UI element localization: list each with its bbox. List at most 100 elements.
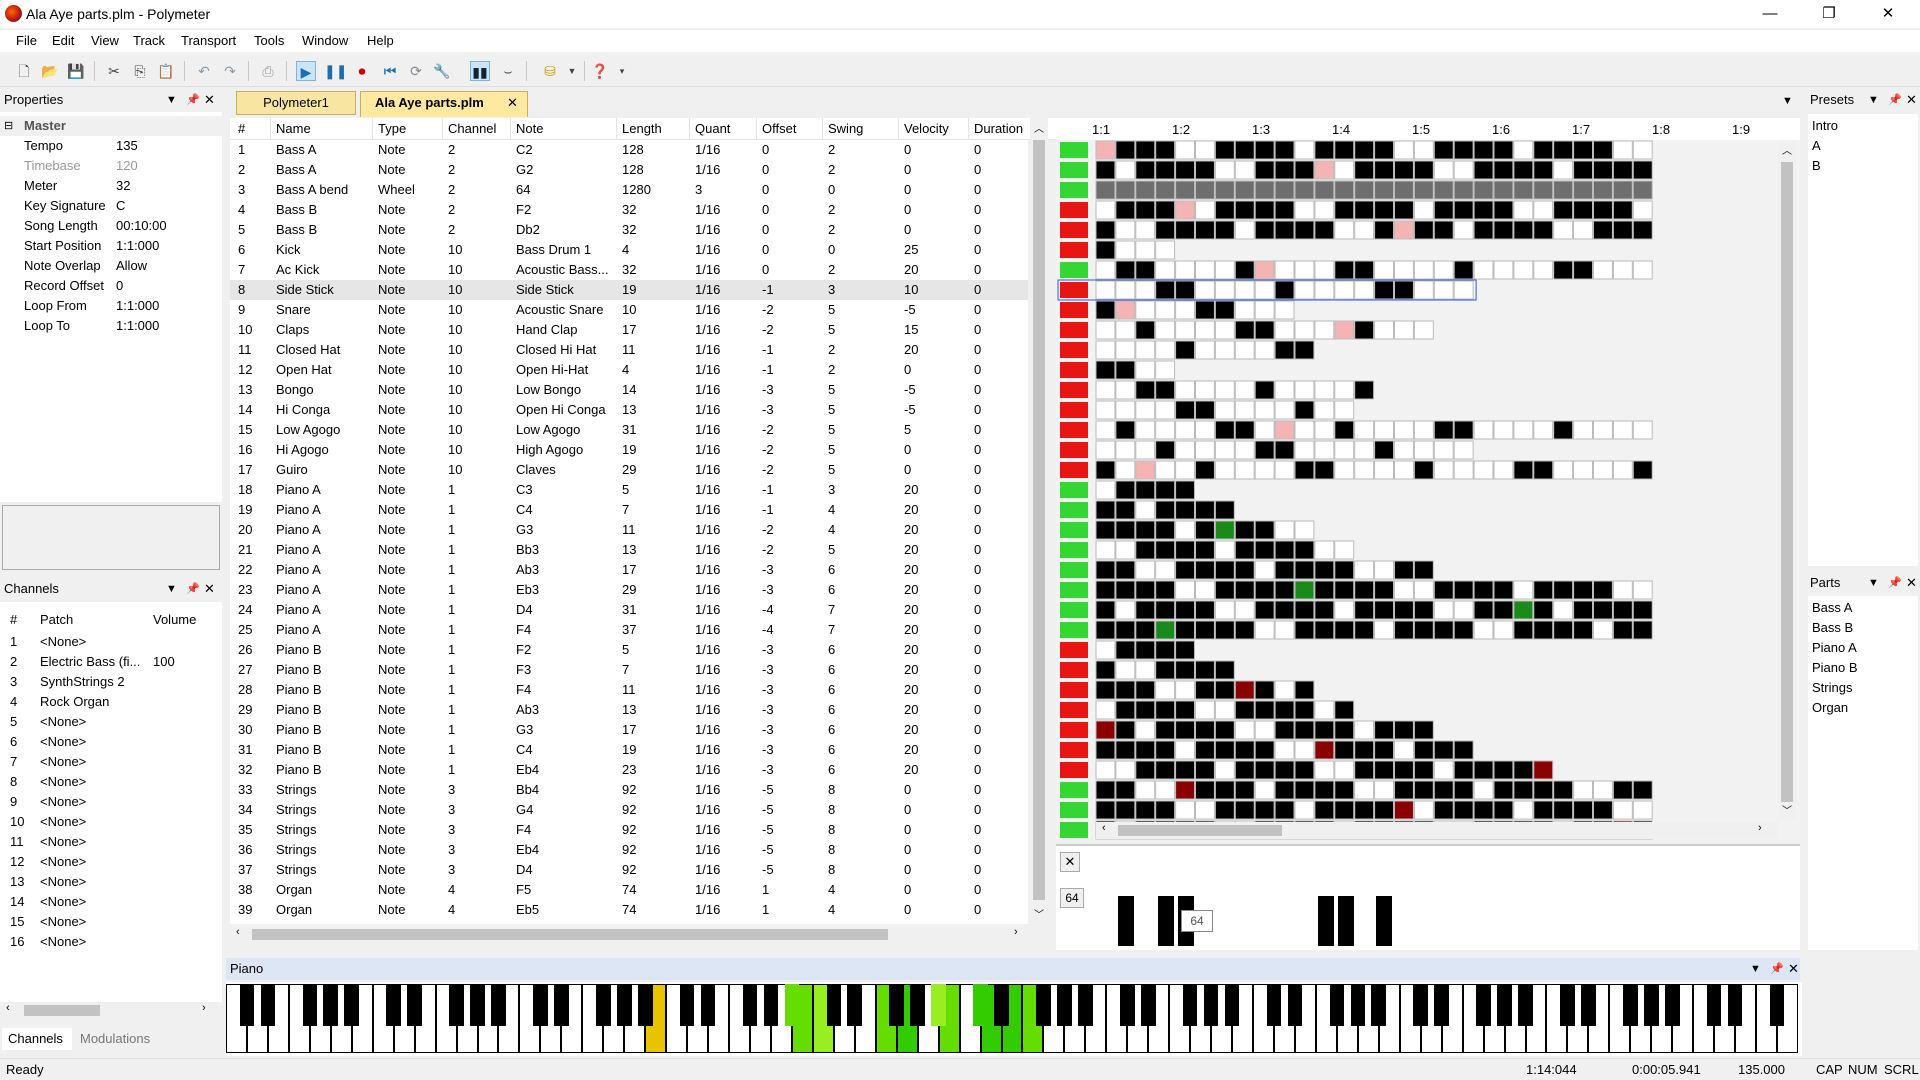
mute-button[interactable] [1060,802,1088,818]
step-cell[interactable] [1513,580,1534,600]
scroll-down-icon[interactable]: ﹀ [1782,802,1792,817]
step-cell[interactable] [1115,480,1136,500]
step-cell[interactable] [1334,440,1355,460]
step-cell[interactable] [1254,720,1275,740]
step-cell[interactable] [1632,160,1653,180]
column-header[interactable]: Quant [695,121,730,136]
channel-row[interactable]: 5 <None> [0,712,218,732]
step-cell[interactable] [1433,440,1454,460]
step-cell[interactable] [1314,740,1335,760]
channel-row[interactable]: 10 <None> [0,812,218,832]
step-cell[interactable] [1214,300,1235,320]
step-cell[interactable] [1473,780,1494,800]
step-cell[interactable] [1374,740,1395,760]
track-row[interactable]: 12 Open Hat Note 10 Open Hi-Hat 4 1/16 -1 2 0 0 [230,360,1028,380]
black-key[interactable] [1581,984,1596,1026]
step-cell[interactable] [1234,340,1255,360]
step-cell[interactable] [1155,200,1176,220]
step-cell[interactable] [1214,160,1235,180]
step-cell[interactable] [1513,600,1534,620]
step-cell[interactable] [1433,220,1454,240]
mute-button[interactable] [1060,702,1088,718]
step-cell[interactable] [1175,460,1195,480]
step-cell[interactable] [1413,200,1434,220]
step-cell[interactable] [1195,340,1215,360]
scroll-thumb[interactable] [1118,825,1282,836]
step-cell[interactable] [1254,220,1275,240]
step-cell[interactable] [1433,140,1454,160]
step-cell[interactable] [1394,160,1414,180]
step-cell[interactable] [1533,580,1554,600]
step-cell[interactable] [1175,440,1195,460]
step-cell[interactable] [1334,160,1355,180]
step-cell[interactable] [1513,260,1534,280]
step-cell[interactable] [1115,620,1136,640]
column-header[interactable]: Note [516,121,543,136]
step-cell[interactable] [1175,420,1195,440]
track-row[interactable]: 38 Organ Note 4 F5 74 1/16 1 4 0 0 [230,880,1028,900]
step-cell[interactable] [1354,180,1375,200]
minimize-button[interactable]: — [1747,0,1793,28]
step-cell[interactable] [1234,520,1255,540]
step-cell[interactable] [1573,160,1593,180]
step-cell[interactable] [1493,600,1514,620]
mute-button[interactable] [1060,382,1088,398]
pause-icon[interactable]: ❚❚ [324,61,347,81]
grid-scrollbar-v[interactable]: ︿ ﹀ [1778,140,1796,820]
step-cell[interactable] [1115,440,1136,460]
step-cell[interactable] [1135,360,1156,380]
tab-polymeter1[interactable]: Polymeter1 [236,91,356,115]
step-cell[interactable] [1274,560,1295,580]
step-cell[interactable] [1553,780,1574,800]
step-cell[interactable] [1374,460,1395,480]
step-cell[interactable] [1334,560,1355,580]
step-cell[interactable] [1473,580,1494,600]
step-cell[interactable] [1294,140,1315,160]
step-cell[interactable] [1294,560,1315,580]
step-cell[interactable] [1214,440,1235,460]
step-cell[interactable] [1195,420,1215,440]
step-cell[interactable] [1573,140,1593,160]
step-cell[interactable] [1195,680,1215,700]
scroll-thumb[interactable] [1033,140,1045,900]
column-header[interactable]: Type [378,121,406,136]
step-cell[interactable] [1115,560,1136,580]
step-cell[interactable] [1513,420,1534,440]
step-cell[interactable] [1115,680,1136,700]
step-cell[interactable] [1214,580,1235,600]
step-cell[interactable] [1095,420,1116,440]
step-cell[interactable] [1632,620,1653,640]
step-cell[interactable] [1553,180,1574,200]
step-cell[interactable] [1513,180,1534,200]
track-row[interactable]: 24 Piano A Note 1 D4 31 1/16 -4 7 20 0 [230,600,1028,620]
step-cell[interactable] [1155,460,1176,480]
property-value[interactable]: 120 [116,156,138,176]
step-cell[interactable] [1195,700,1215,720]
black-key[interactable] [784,984,800,1026]
step-cell[interactable] [1334,700,1355,720]
velocity-bar[interactable] [1118,896,1134,946]
step-cell[interactable] [1533,800,1554,820]
step-cell[interactable] [1175,520,1195,540]
step-cell[interactable] [1155,400,1176,420]
step-cell[interactable] [1095,760,1116,780]
step-cell[interactable] [1175,400,1195,420]
step-cell[interactable] [1214,220,1235,240]
step-cell[interactable] [1374,560,1395,580]
step-cell[interactable] [1453,160,1474,180]
step-cell[interactable] [1254,340,1275,360]
step-cell[interactable] [1155,540,1176,560]
step-cell[interactable] [1593,780,1613,800]
step-cell[interactable] [1135,480,1156,500]
step-cell[interactable] [1115,720,1136,740]
scroll-down-icon[interactable]: ﹀ [1034,906,1044,921]
step-cell[interactable] [1334,720,1355,740]
step-cell[interactable] [1274,740,1295,760]
step-cell[interactable] [1175,600,1195,620]
step-cell[interactable] [1334,740,1355,760]
black-key[interactable] [239,984,255,1026]
chevron-down-icon[interactable]: ▼ [562,61,582,81]
step-cell[interactable] [1314,180,1335,200]
step-cell[interactable] [1175,720,1195,740]
step-cell[interactable] [1195,320,1215,340]
